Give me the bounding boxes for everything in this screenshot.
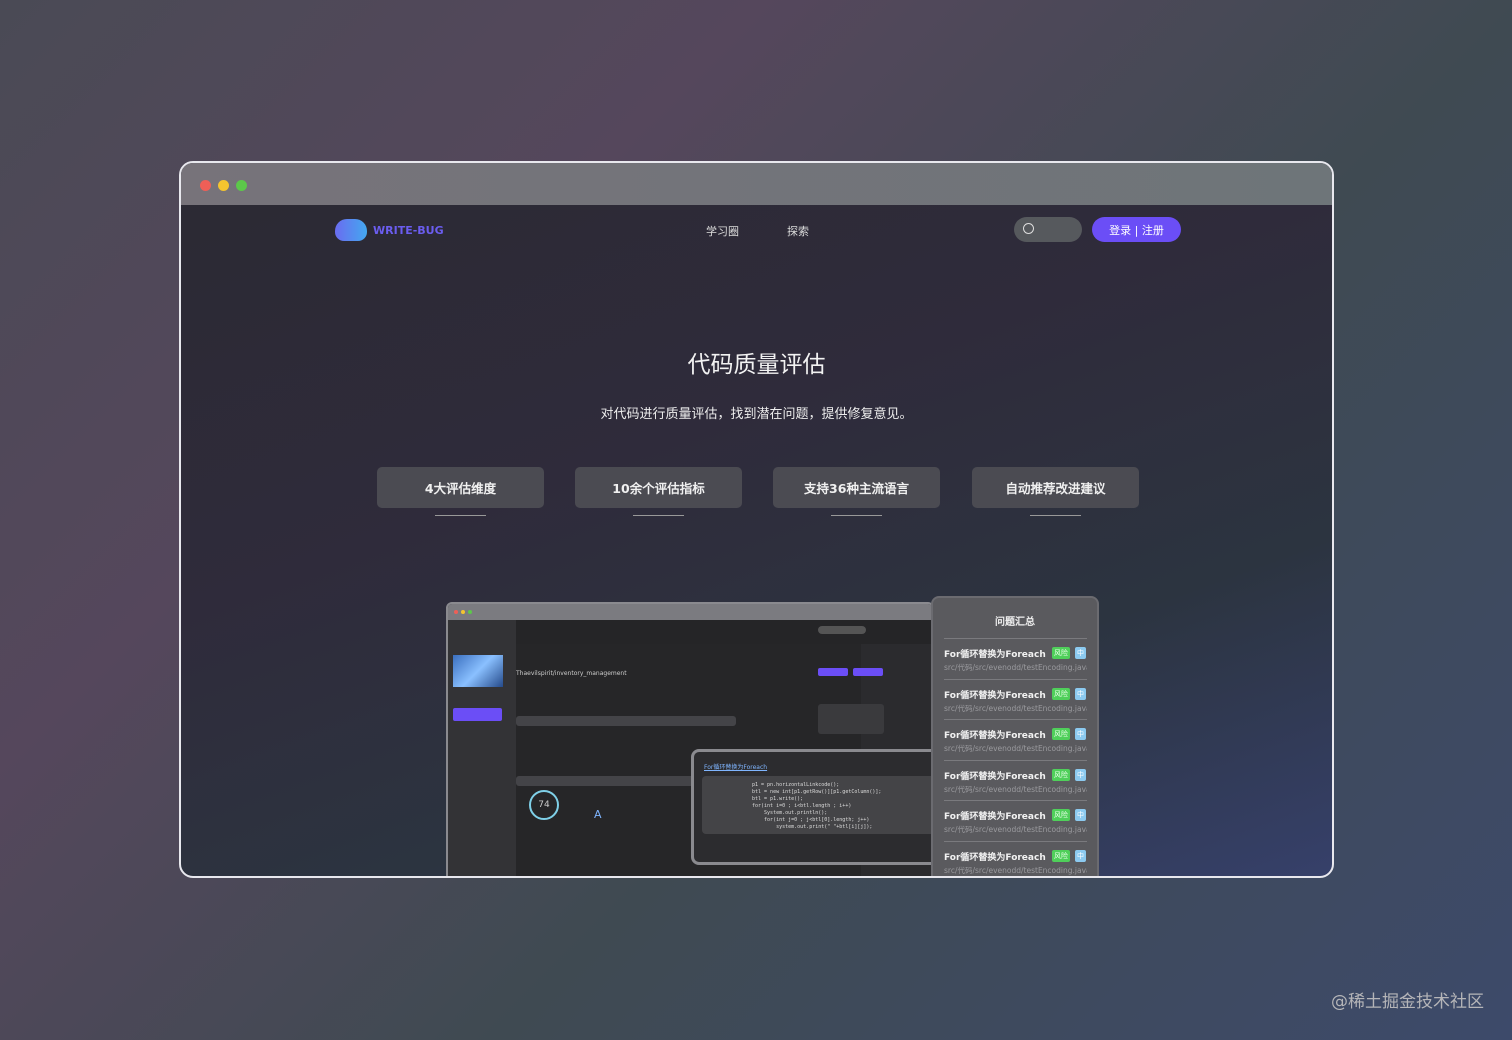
top-nav: WRITE-BUG 学习圈 探索 登录 | 注册 <box>181 205 1332 255</box>
browser-window: WRITE-BUG 学习圈 探索 登录 | 注册 代码质量评估 对代码进行质量评… <box>179 161 1334 878</box>
risk-badge: 风险 <box>1052 688 1070 700</box>
code-block: p1 = pn.horizontalLinkcode(); btl = new … <box>702 776 962 834</box>
issue-path: src/代码/src/evenodd/testEncoding.java <box>944 784 1087 795</box>
issue-path: src/代码/src/evenodd/testEncoding.java <box>944 703 1087 714</box>
preview-grade: A <box>594 808 602 821</box>
close-dot[interactable] <box>200 180 211 191</box>
logo[interactable]: WRITE-BUG <box>335 219 444 241</box>
risk-badge: 风险 <box>1052 728 1070 740</box>
issue-path: src/代码/src/evenodd/testEncoding.java <box>944 865 1087 876</box>
level-badge: 中 <box>1075 850 1086 862</box>
search-icon <box>1023 223 1034 234</box>
issue-item[interactable]: For循环替换为Foreach 风险 中 src/代码/src/evenodd/… <box>944 841 1087 876</box>
nav-learning-circle[interactable]: 学习圈 <box>706 223 739 239</box>
issues-panel: 问题汇总 For循环替换为Foreach 风险 中 src/代码/src/eve… <box>931 596 1099 878</box>
level-badge: 中 <box>1075 809 1086 821</box>
level-badge: 中 <box>1075 647 1086 659</box>
minimize-dot[interactable] <box>218 180 229 191</box>
issue-item[interactable]: For循环替换为Foreach 风险 中 src/代码/src/evenodd/… <box>944 800 1087 835</box>
feature-tab[interactable]: 4大评估维度 <box>377 467 544 508</box>
issue-item[interactable]: For循环替换为Foreach 风险 中 src/代码/src/evenodd/… <box>944 719 1087 754</box>
preview-repo-name: Thaevilspirit/inventory_management <box>516 670 627 677</box>
feature-tab[interactable]: 自动推荐改进建议 <box>972 467 1139 508</box>
search-button[interactable] <box>1014 217 1082 242</box>
title-bar <box>181 163 1332 205</box>
issue-item[interactable]: For循环替换为Foreach 风险 中 src/代码/src/evenodd/… <box>944 760 1087 795</box>
issue-item[interactable]: For循环替换为Foreach 风险 中 src/代码/src/evenodd/… <box>944 679 1087 714</box>
page-title: 代码质量评估 <box>181 345 1332 379</box>
logo-text: WRITE-BUG <box>373 224 444 237</box>
watermark: @稀土掘金技术社区 <box>1331 987 1484 1012</box>
feature-tab[interactable]: 支持36种主流语言 <box>773 467 940 508</box>
login-register-button[interactable]: 登录 | 注册 <box>1092 217 1181 242</box>
issue-item[interactable]: For循环替换为Foreach 风险 中 src/代码/src/evenodd/… <box>944 638 1087 673</box>
risk-badge: 风险 <box>1052 769 1070 781</box>
bug-logo-icon <box>335 219 367 241</box>
risk-badge: 风险 <box>1052 850 1070 862</box>
maximize-dot[interactable] <box>236 180 247 191</box>
issue-path: src/代码/src/evenodd/testEncoding.java <box>944 824 1087 835</box>
feature-tab[interactable]: 10余个评估指标 <box>575 467 742 508</box>
issues-title: 问题汇总 <box>933 613 1097 628</box>
risk-badge: 风险 <box>1052 647 1070 659</box>
nav-explore[interactable]: 探索 <box>787 223 809 239</box>
level-badge: 中 <box>1075 728 1086 740</box>
level-badge: 中 <box>1075 688 1086 700</box>
issue-path: src/代码/src/evenodd/testEncoding.java <box>944 662 1087 673</box>
risk-badge: 风险 <box>1052 809 1070 821</box>
issue-path: src/代码/src/evenodd/testEncoding.java <box>944 743 1087 754</box>
popup-title: For循环替换为Foreach <box>704 762 767 771</box>
level-badge: 中 <box>1075 769 1086 781</box>
preview-score: 74 <box>529 790 559 820</box>
page-subtitle: 对代码进行质量评估，找到潜在问题，提供修复意见。 <box>181 403 1332 422</box>
